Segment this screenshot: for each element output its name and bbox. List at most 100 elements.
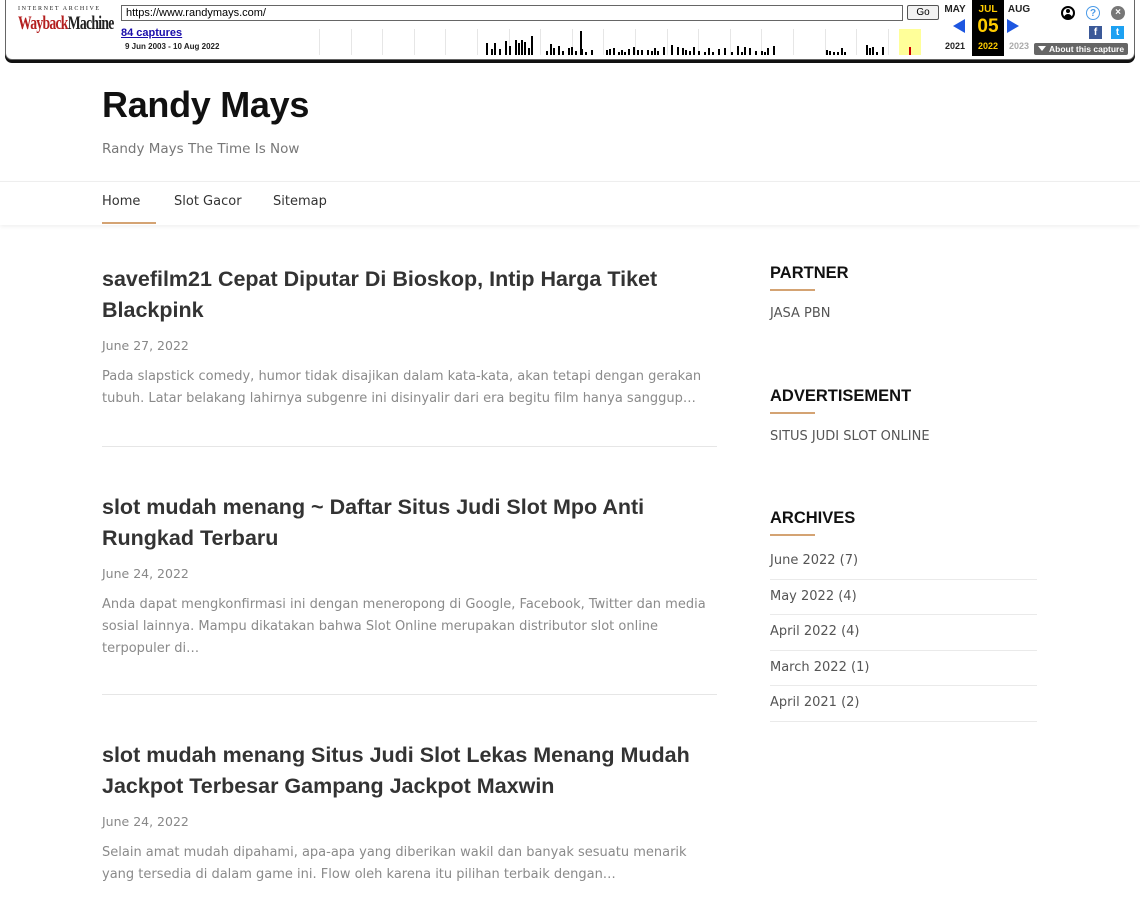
month-prev[interactable]: MAY — [939, 4, 971, 15]
triangle-down-icon — [1038, 46, 1046, 51]
partner-link[interactable]: JASA PBN — [770, 306, 1037, 321]
sparkline-bar — [585, 52, 587, 55]
site-tagline: Randy Mays The Time Is Now — [102, 141, 300, 157]
sparkline-bar — [571, 47, 573, 55]
sparkline-bar — [633, 47, 635, 55]
sparkline-bar — [546, 51, 548, 55]
sparkline-bar — [833, 52, 835, 55]
sparkline-bar — [505, 41, 507, 55]
sparkline-bar — [494, 43, 496, 55]
post-divider — [102, 446, 717, 447]
nav-item-sitemap[interactable]: Sitemap — [273, 182, 327, 224]
widget-title: PARTNER — [770, 264, 849, 282]
sparkline-bar — [882, 47, 884, 55]
archive-link[interactable]: April 2021 — [770, 695, 837, 710]
sparkline-bar — [737, 46, 739, 55]
sparkline-bar — [685, 50, 687, 55]
archive-item: April 2022 (4) — [770, 615, 1037, 651]
post-date[interactable]: June 24, 2022 — [102, 814, 717, 829]
post-title[interactable]: savefilm21 Cepat Diputar Di Bioskop, Int… — [102, 264, 717, 326]
next-capture-arrow-icon[interactable] — [1007, 19, 1019, 33]
widget-title: ADVERTISEMENT — [770, 387, 912, 405]
site-title[interactable]: Randy Mays — [102, 84, 309, 126]
archive-link[interactable]: April 2022 — [770, 624, 837, 639]
sparkline-bar — [524, 42, 526, 55]
sparkline-year-divider — [477, 29, 478, 55]
archive-link[interactable]: June 2022 — [770, 553, 836, 568]
month-current: JUL — [978, 4, 998, 15]
sparkline-bar — [531, 36, 533, 55]
logo-internet-archive: INTERNET ARCHIVE — [18, 6, 101, 12]
main-navigation: Home Slot Gacor Sitemap — [0, 181, 1140, 225]
sparkline-bar — [613, 48, 615, 55]
archive-count: (4) — [841, 624, 860, 639]
sparkline-bar — [689, 51, 691, 55]
sparkline-bar — [755, 51, 757, 55]
help-icon[interactable]: ? — [1086, 6, 1100, 20]
facebook-icon[interactable]: f — [1089, 26, 1102, 39]
sparkline-bar — [869, 48, 871, 55]
sparkline-bar — [682, 48, 684, 55]
sparkline-bar — [528, 48, 530, 55]
advertisement-link[interactable]: SITUS JUDI SLOT ONLINE — [770, 429, 1037, 444]
sparkline-bar — [724, 48, 726, 55]
widget-title-underline — [770, 412, 815, 414]
year-current: 2022 — [977, 41, 999, 51]
sparkline-bar — [647, 50, 649, 55]
capture-sparkline[interactable] — [306, 29, 937, 55]
sparkline-bar — [663, 47, 665, 55]
post-title[interactable]: slot mudah menang ~ Daftar Situs Judi Sl… — [102, 492, 717, 554]
sparkline-year-divider — [635, 29, 636, 55]
sparkline-bar — [749, 48, 751, 55]
sparkline-bar — [712, 52, 714, 55]
sparkline-bar — [718, 49, 720, 55]
sparkline-bar — [866, 45, 868, 55]
archive-item: May 2022 (4) — [770, 580, 1037, 615]
nav-item-home[interactable]: Home — [102, 182, 156, 224]
sparkline-current-bar — [909, 47, 911, 55]
captures-link[interactable]: 84 captures — [121, 27, 182, 39]
year-prev[interactable]: 2021 — [939, 41, 971, 51]
sparkline-bar — [764, 52, 766, 55]
sparkline-bar — [499, 49, 501, 55]
sparkline-bar — [624, 52, 626, 55]
advertisement-widget: ADVERTISEMENT SITUS JUDI SLOT ONLINE — [770, 387, 1037, 444]
sparkline-bar — [704, 52, 706, 55]
sparkline-bar — [708, 48, 710, 55]
prev-capture-arrow-icon[interactable] — [953, 19, 965, 33]
sparkline-bar — [618, 52, 620, 55]
about-capture-button[interactable]: About this capture — [1034, 43, 1128, 55]
sparkline-year-divider — [350, 29, 352, 55]
sparkline-bar — [731, 52, 733, 55]
sparkline-bar — [550, 44, 552, 55]
wayback-logo[interactable]: INTERNET ARCHIVE WaybackMachine — [18, 6, 114, 46]
capture-date-range: 9 Jun 2003 - 10 Aug 2022 — [125, 42, 220, 51]
sparkline-bar — [773, 46, 775, 55]
sparkline-bar — [641, 50, 643, 55]
sparkline-bar — [761, 51, 763, 55]
sparkline-year-divider — [666, 29, 668, 55]
archive-link[interactable]: May 2022 — [770, 589, 834, 604]
go-button[interactable]: Go — [907, 5, 939, 20]
archive-link[interactable]: March 2022 — [770, 660, 847, 675]
sparkline-bar — [741, 52, 743, 55]
sparkline-bar — [562, 51, 564, 55]
archive-item: June 2022 (7) — [770, 544, 1037, 580]
post-title[interactable]: slot mudah menang Situs Judi Slot Lekas … — [102, 740, 717, 802]
archive-count: (4) — [838, 588, 857, 604]
url-input[interactable]: https://www.randymays.com/ — [121, 5, 903, 21]
sparkline-bar — [657, 51, 659, 55]
close-icon[interactable]: × — [1111, 6, 1125, 20]
month-next[interactable]: AUG — [1003, 4, 1035, 15]
post-date[interactable]: June 27, 2022 — [102, 338, 717, 353]
post-date[interactable]: June 24, 2022 — [102, 566, 717, 581]
sparkline-bar — [621, 50, 623, 55]
twitter-icon[interactable]: t — [1111, 26, 1124, 39]
user-icon[interactable] — [1061, 6, 1075, 20]
nav-item-slot-gacor[interactable]: Slot Gacor — [174, 182, 242, 224]
sparkline-bar — [651, 51, 653, 55]
sparkline-year-divider — [603, 29, 605, 55]
archive-count: (7) — [839, 553, 859, 568]
sparkline-bar — [628, 49, 630, 55]
archives-list: June 2022 (7) May 2022 (4) April 2022 (4… — [770, 544, 1037, 722]
